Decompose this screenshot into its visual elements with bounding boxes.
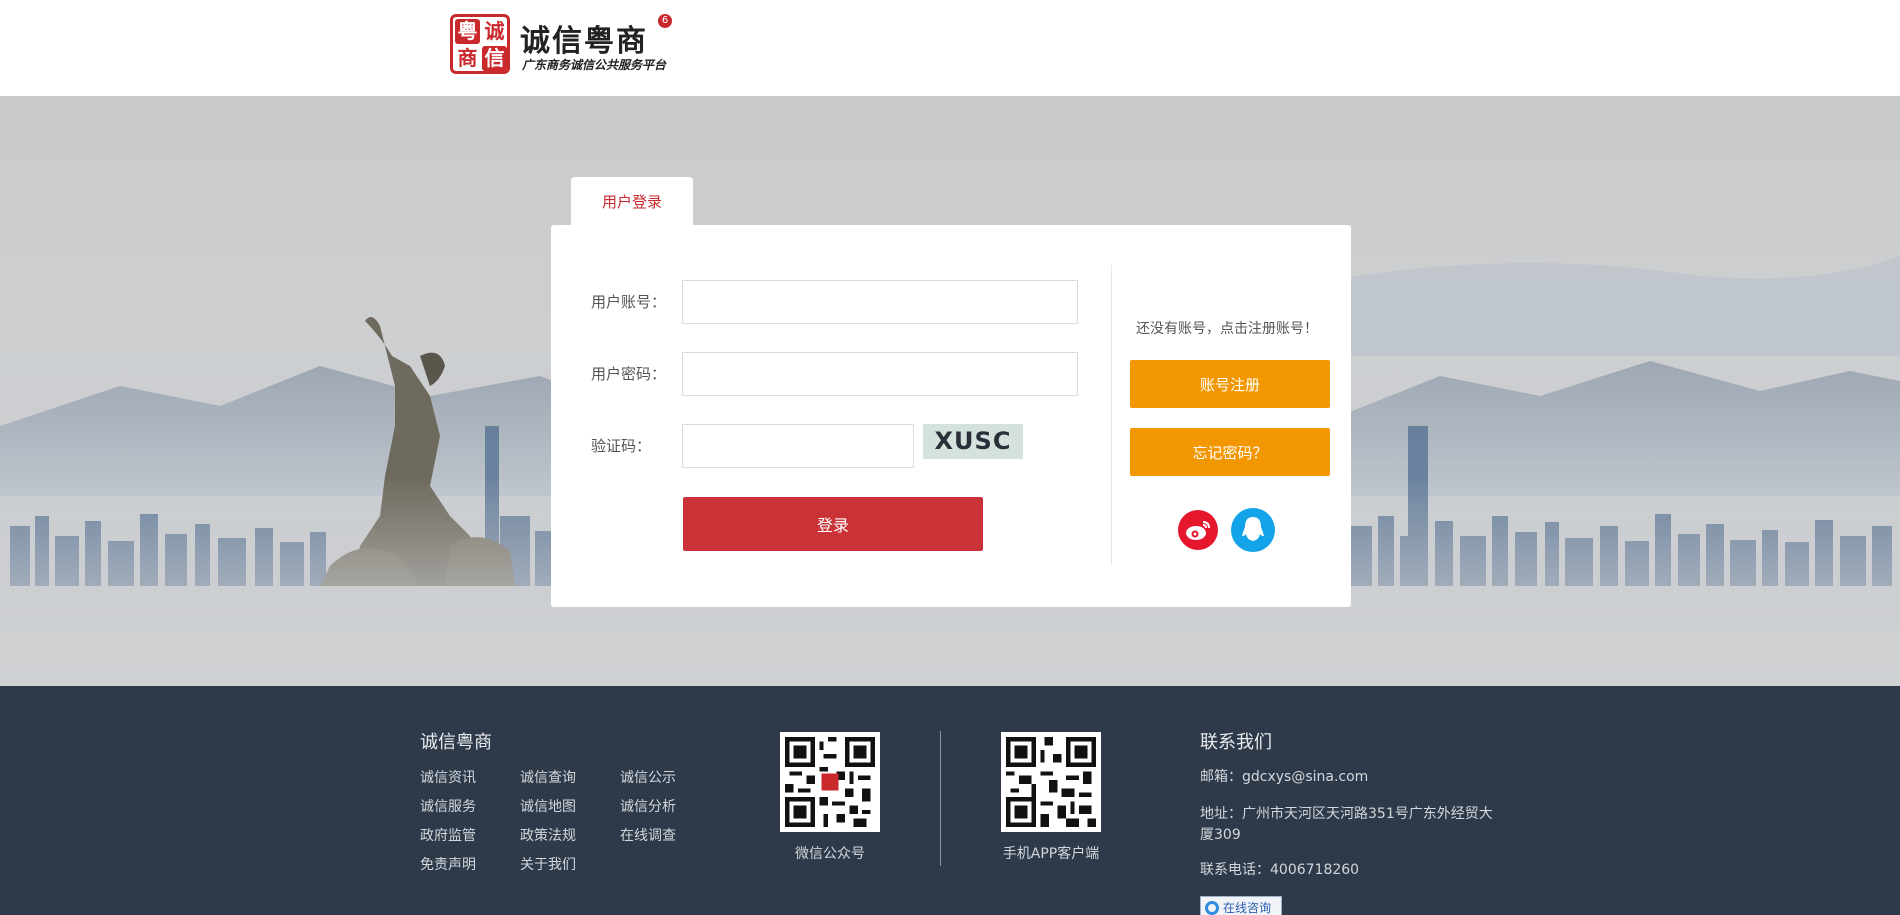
qq-icon[interactable] [1231, 508, 1275, 552]
app-qr-code-icon [1001, 732, 1101, 832]
footer-link[interactable]: 诚信分析 [620, 796, 676, 816]
seal-char: 粤 [455, 19, 480, 44]
weibo-glyph-icon [1186, 521, 1210, 540]
site-logo[interactable]: 粤 诚 商 信 诚信粤商 6 广东商务诚信公共服务平台 [450, 14, 680, 76]
qq-penguin-icon [1242, 517, 1264, 541]
logo-subtitle: 广东商务诚信公共服务平台 [522, 58, 667, 72]
footer-link[interactable]: 关于我们 [520, 854, 576, 874]
login-card: 用户账号： 用户密码： 验证码： XUSC 登录 还没有账号，点击注册账号！ 账… [551, 225, 1351, 607]
qr-pattern [1006, 737, 1096, 827]
wechat-qr-label: 微信公众号 [795, 846, 865, 862]
forgot-password-button[interactable]: 忘记密码？ [1130, 428, 1330, 476]
login-button[interactable]: 登录 [683, 497, 983, 551]
footer-link[interactable]: 诚信地图 [520, 796, 576, 816]
qr-pattern [785, 737, 875, 827]
weibo-icon[interactable] [1178, 510, 1218, 550]
logo-badge: 6 [658, 14, 672, 28]
seal-char: 商 [457, 46, 478, 70]
password-label: 用户密码： [591, 365, 667, 383]
site-header: 粤 诚 商 信 诚信粤商 6 广东商务诚信公共服务平台 [0, 0, 1900, 96]
footer-link[interactable]: 诚信服务 [420, 796, 476, 816]
site-footer: 诚信粤商 诚信资讯 诚信查询 诚信公示 诚信服务 诚信地图 诚信分析 政府监管 … [0, 686, 1900, 915]
tab-user-login[interactable]: 用户登录 [571, 177, 693, 227]
seal-logo-icon: 粤 诚 商 信 [450, 14, 510, 74]
account-input[interactable] [682, 280, 1078, 324]
footer-link[interactable]: 在线调查 [620, 825, 676, 845]
contact-phone: 联系电话：4006718260 [1200, 862, 1360, 878]
account-label: 用户账号： [591, 293, 667, 311]
captcha-label: 验证码： [591, 437, 652, 455]
logo-title: 诚信粤商 [520, 24, 648, 59]
register-button[interactable]: 账号注册 [1130, 360, 1330, 408]
footer-link[interactable]: 政府监管 [420, 825, 476, 845]
footer-link[interactable]: 诚信公示 [620, 767, 676, 787]
consult-chat-icon [1205, 901, 1219, 915]
password-input[interactable] [682, 352, 1078, 396]
contact-address: 地址：广州市天河区天河路351号广东外经贸大厦309 [1200, 806, 1493, 843]
footer-link[interactable]: 免责声明 [420, 854, 476, 874]
online-consult-button[interactable]: 在线咨询 [1200, 896, 1282, 915]
register-hint: 还没有账号，点击注册账号！ [1136, 321, 1318, 337]
seal-char: 诚 [484, 19, 505, 43]
footer-link[interactable]: 诚信资讯 [420, 767, 476, 787]
consult-label: 在线咨询 [1223, 901, 1272, 915]
contact-title: 联系我们 [1200, 732, 1272, 753]
footer-link[interactable]: 诚信查询 [520, 767, 576, 787]
footer-link[interactable]: 政策法规 [520, 825, 576, 845]
footer-brand-title: 诚信粤商 [420, 732, 492, 753]
captcha-input[interactable] [682, 424, 914, 468]
wechat-qr-code-icon [780, 732, 880, 832]
card-divider [1111, 265, 1112, 565]
captcha-image[interactable]: XUSC [923, 424, 1023, 459]
app-qr-label: 手机APP客户端 [1002, 846, 1100, 862]
seal-char: 信 [482, 46, 507, 71]
contact-email: 邮箱：gdcxys@sina.com [1200, 769, 1369, 785]
footer-divider [940, 731, 941, 866]
